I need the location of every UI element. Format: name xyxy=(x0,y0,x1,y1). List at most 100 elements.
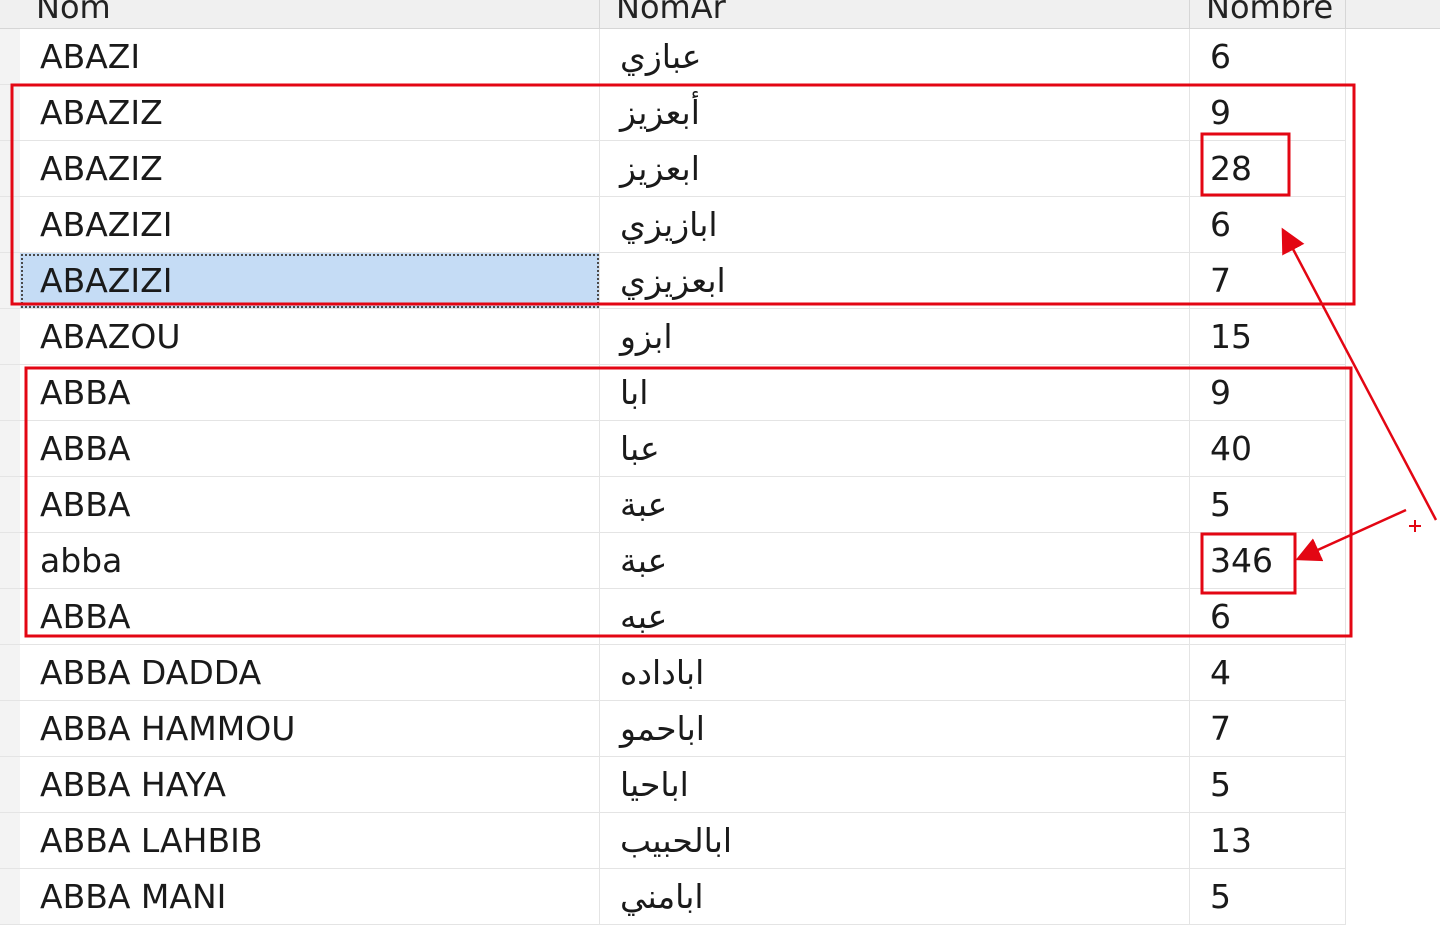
cell-nomar-text: ابا xyxy=(620,373,649,412)
table-row[interactable]: ABBA عبا 40 xyxy=(0,421,1440,477)
table-row[interactable]: ABAZIZ أبعزيز 9 xyxy=(0,85,1440,141)
table-row[interactable]: abba عبة 346 xyxy=(0,533,1440,589)
table-row-selected[interactable]: ABAZIZI ابعزيزي 7 xyxy=(0,253,1440,309)
table-row[interactable]: ABBA DADDA اباداده 4 xyxy=(0,645,1440,701)
cell-nom[interactable]: ABBA HAYA xyxy=(20,757,600,813)
row-selector[interactable] xyxy=(0,85,20,141)
cell-nomar-text: ابعزيزي xyxy=(620,261,726,300)
row-selector[interactable] xyxy=(0,701,20,757)
cell-nomar-text: ابامني xyxy=(620,877,704,916)
cell-nomar-text: عبا xyxy=(620,429,660,468)
cell-nombre[interactable]: 5 xyxy=(1190,477,1346,533)
cell-nom[interactable]: ABAZI xyxy=(20,29,600,85)
table-row[interactable]: ABBA عبه 6 xyxy=(0,589,1440,645)
column-header-nomar[interactable]: NomAr xyxy=(600,0,1190,28)
column-header-nom[interactable]: Nom xyxy=(20,0,600,28)
cell-nombre[interactable]: 28 xyxy=(1190,141,1346,197)
table-row[interactable]: ABBA عبة 5 xyxy=(0,477,1440,533)
cell-nomar[interactable]: ابعزيزي xyxy=(600,253,1190,309)
row-selector[interactable] xyxy=(0,869,20,925)
cell-nombre[interactable]: 4 xyxy=(1190,645,1346,701)
cell-nomar[interactable]: أبعزيز xyxy=(600,85,1190,141)
table-row[interactable]: ABAZIZI ابازيزي 6 xyxy=(0,197,1440,253)
cell-nomar[interactable]: عبة xyxy=(600,477,1190,533)
cell-nomar[interactable]: ابازيزي xyxy=(600,197,1190,253)
cell-nom-selected[interactable]: ABAZIZI xyxy=(20,253,600,309)
grid-rows: ABAZI عبازي 6 ABAZIZ أبعزيز 9 ABAZIZ ابع… xyxy=(0,29,1440,925)
cell-nom[interactable]: ABAZIZ xyxy=(20,141,600,197)
cell-nomar[interactable]: اباداده xyxy=(600,645,1190,701)
cell-nomar-text: عبازي xyxy=(620,37,702,76)
cell-nomar-text: ابالحبيب xyxy=(620,821,733,860)
cell-nombre[interactable]: 13 xyxy=(1190,813,1346,869)
cell-nom[interactable]: abba xyxy=(20,533,600,589)
cell-nom[interactable]: ABBA HAMMOU xyxy=(20,701,600,757)
cell-nombre[interactable]: 6 xyxy=(1190,29,1346,85)
cell-nombre[interactable]: 40 xyxy=(1190,421,1346,477)
row-selector[interactable] xyxy=(0,253,20,309)
cell-nom[interactable]: ABBA xyxy=(20,589,600,645)
cell-nom[interactable]: ABAZIZ xyxy=(20,85,600,141)
cell-nomar[interactable]: اباحمو xyxy=(600,701,1190,757)
cell-nomar[interactable]: اباحيا xyxy=(600,757,1190,813)
cell-nomar[interactable]: عبه xyxy=(600,589,1190,645)
cell-nomar-text: ابازيزي xyxy=(620,205,718,244)
cell-nombre[interactable]: 5 xyxy=(1190,869,1346,925)
row-selector[interactable] xyxy=(0,757,20,813)
table-row[interactable]: ABAZI عبازي 6 xyxy=(0,29,1440,85)
cell-nom[interactable]: ABBA xyxy=(20,421,600,477)
cell-nom[interactable]: ABBA xyxy=(20,365,600,421)
cell-nombre[interactable]: 7 xyxy=(1190,253,1346,309)
table-row[interactable]: ABBA MANI ابامني 5 xyxy=(0,869,1440,925)
cell-nomar-text: أبعزيز xyxy=(620,93,700,132)
row-selector[interactable] xyxy=(0,477,20,533)
cell-nombre[interactable]: 346 xyxy=(1190,533,1346,589)
cell-nomar[interactable]: ابامني xyxy=(600,869,1190,925)
row-selector[interactable] xyxy=(0,533,20,589)
cell-nomar-text: ابزو xyxy=(620,317,673,356)
cell-nomar[interactable]: ابا xyxy=(600,365,1190,421)
row-selector[interactable] xyxy=(0,29,20,85)
row-selector[interactable] xyxy=(0,309,20,365)
table-row[interactable]: ABBA HAYA اباحيا 5 xyxy=(0,757,1440,813)
cell-nom[interactable]: ABBA xyxy=(20,477,600,533)
cell-nomar-text: عبه xyxy=(620,597,668,636)
cell-nombre[interactable]: 9 xyxy=(1190,365,1346,421)
row-selector[interactable] xyxy=(0,645,20,701)
cell-nombre[interactable]: 6 xyxy=(1190,589,1346,645)
cell-nom[interactable]: ABBA DADDA xyxy=(20,645,600,701)
row-selector[interactable] xyxy=(0,197,20,253)
cell-nom[interactable]: ABBA MANI xyxy=(20,869,600,925)
grid-header: Nom NomAr Nombre xyxy=(0,0,1440,29)
cell-nomar[interactable]: ابالحبيب xyxy=(600,813,1190,869)
cell-nomar[interactable]: عبة xyxy=(600,533,1190,589)
cell-nomar[interactable]: ابعزيز xyxy=(600,141,1190,197)
cell-nomar-text: ابعزيز xyxy=(620,149,700,188)
cell-nombre[interactable]: 15 xyxy=(1190,309,1346,365)
cell-nombre[interactable]: 7 xyxy=(1190,701,1346,757)
cell-nomar[interactable]: ابزو xyxy=(600,309,1190,365)
cell-nom[interactable]: ABAZIZI xyxy=(20,197,600,253)
table-row[interactable]: ABAZIZ ابعزيز 28 xyxy=(0,141,1440,197)
cell-nomar[interactable]: عبازي xyxy=(600,29,1190,85)
row-selector[interactable] xyxy=(0,365,20,421)
cell-nomar-text: اباحيا xyxy=(620,765,689,804)
cell-nombre[interactable]: 6 xyxy=(1190,197,1346,253)
cell-nom[interactable]: ABBA LAHBIB xyxy=(20,813,600,869)
cell-nombre[interactable]: 5 xyxy=(1190,757,1346,813)
row-selector[interactable] xyxy=(0,141,20,197)
table-row[interactable]: ABBA LAHBIB ابالحبيب 13 xyxy=(0,813,1440,869)
cell-nombre[interactable]: 9 xyxy=(1190,85,1346,141)
table-row[interactable]: ABBA ابا 9 xyxy=(0,365,1440,421)
table-row[interactable]: ABBA HAMMOU اباحمو 7 xyxy=(0,701,1440,757)
row-selector[interactable] xyxy=(0,813,20,869)
cell-nomar-text: عبة xyxy=(620,485,668,524)
row-selector[interactable] xyxy=(0,421,20,477)
cell-nomar[interactable]: عبا xyxy=(600,421,1190,477)
cell-nomar-text: اباحمو xyxy=(620,709,705,748)
column-header-nombre[interactable]: Nombre xyxy=(1190,0,1346,28)
table-row[interactable]: ABAZOU ابزو 15 xyxy=(0,309,1440,365)
cell-nomar-text: عبة xyxy=(620,541,668,580)
cell-nom[interactable]: ABAZOU xyxy=(20,309,600,365)
row-selector[interactable] xyxy=(0,589,20,645)
